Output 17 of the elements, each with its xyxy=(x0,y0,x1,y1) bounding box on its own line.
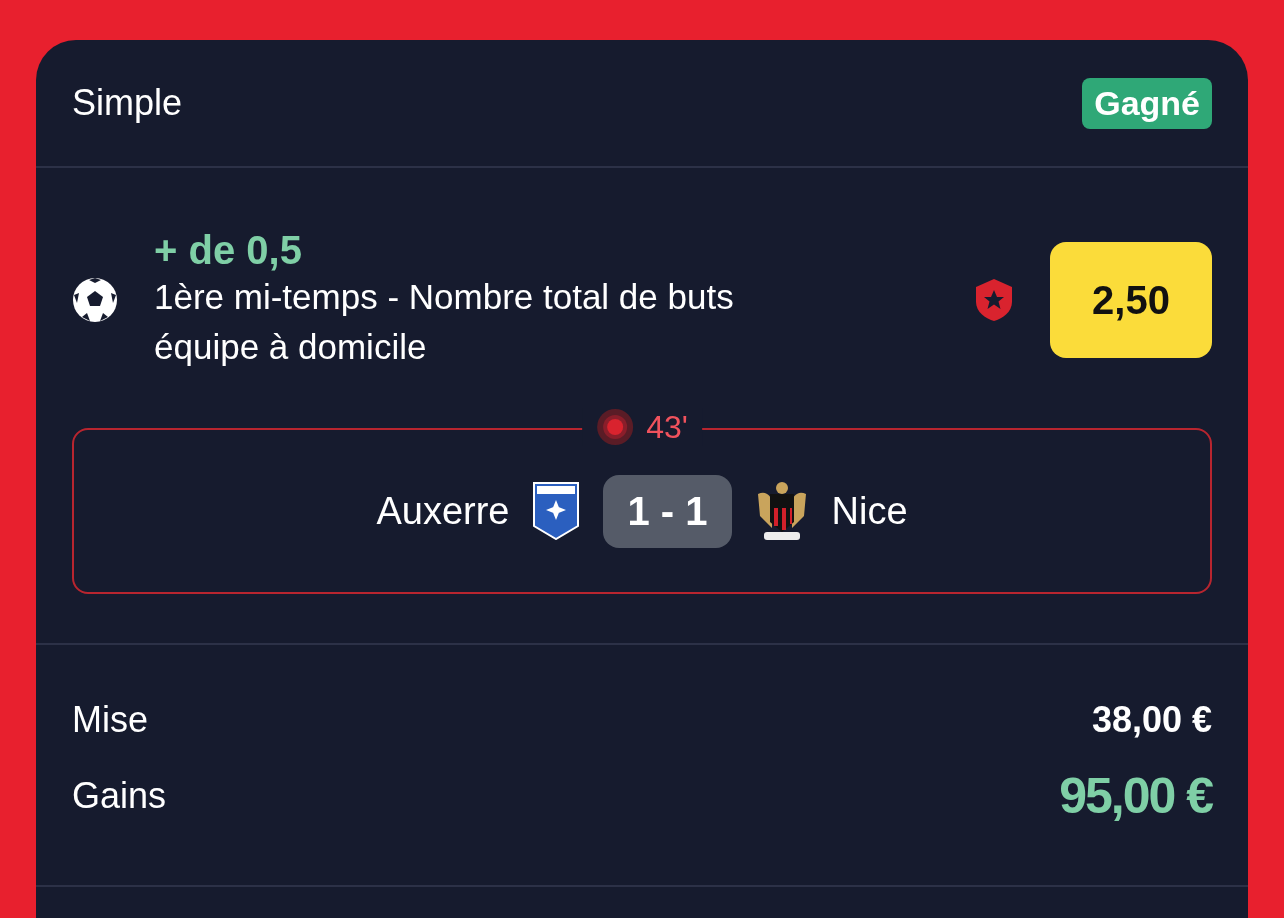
amount-value: 95,00 € xyxy=(1059,767,1212,825)
match-minute: 43' xyxy=(646,408,688,446)
odds-badge: 2,50 xyxy=(1050,242,1212,358)
amount-label: Mise xyxy=(72,699,148,741)
selection-pick: + de 0,5 xyxy=(154,228,303,272)
soccer-ball-icon xyxy=(72,277,118,323)
amount-value: 38,00 € xyxy=(1091,699,1212,741)
shield-crest-icon xyxy=(533,482,580,540)
market-name: 1ère mi-temps - Nombre total de buts équipe à domicile xyxy=(154,276,735,368)
team-name: Nice xyxy=(831,489,908,533)
bet-type: Simple xyxy=(72,82,183,124)
amount-label: Gains xyxy=(72,775,167,817)
team-name: Auxerre xyxy=(376,489,510,533)
eagle-crest-icon xyxy=(755,480,808,542)
score-badge: 1 - 1 xyxy=(603,474,732,548)
live-dot-icon xyxy=(596,408,635,446)
status-badge: Gagné xyxy=(1082,77,1212,129)
